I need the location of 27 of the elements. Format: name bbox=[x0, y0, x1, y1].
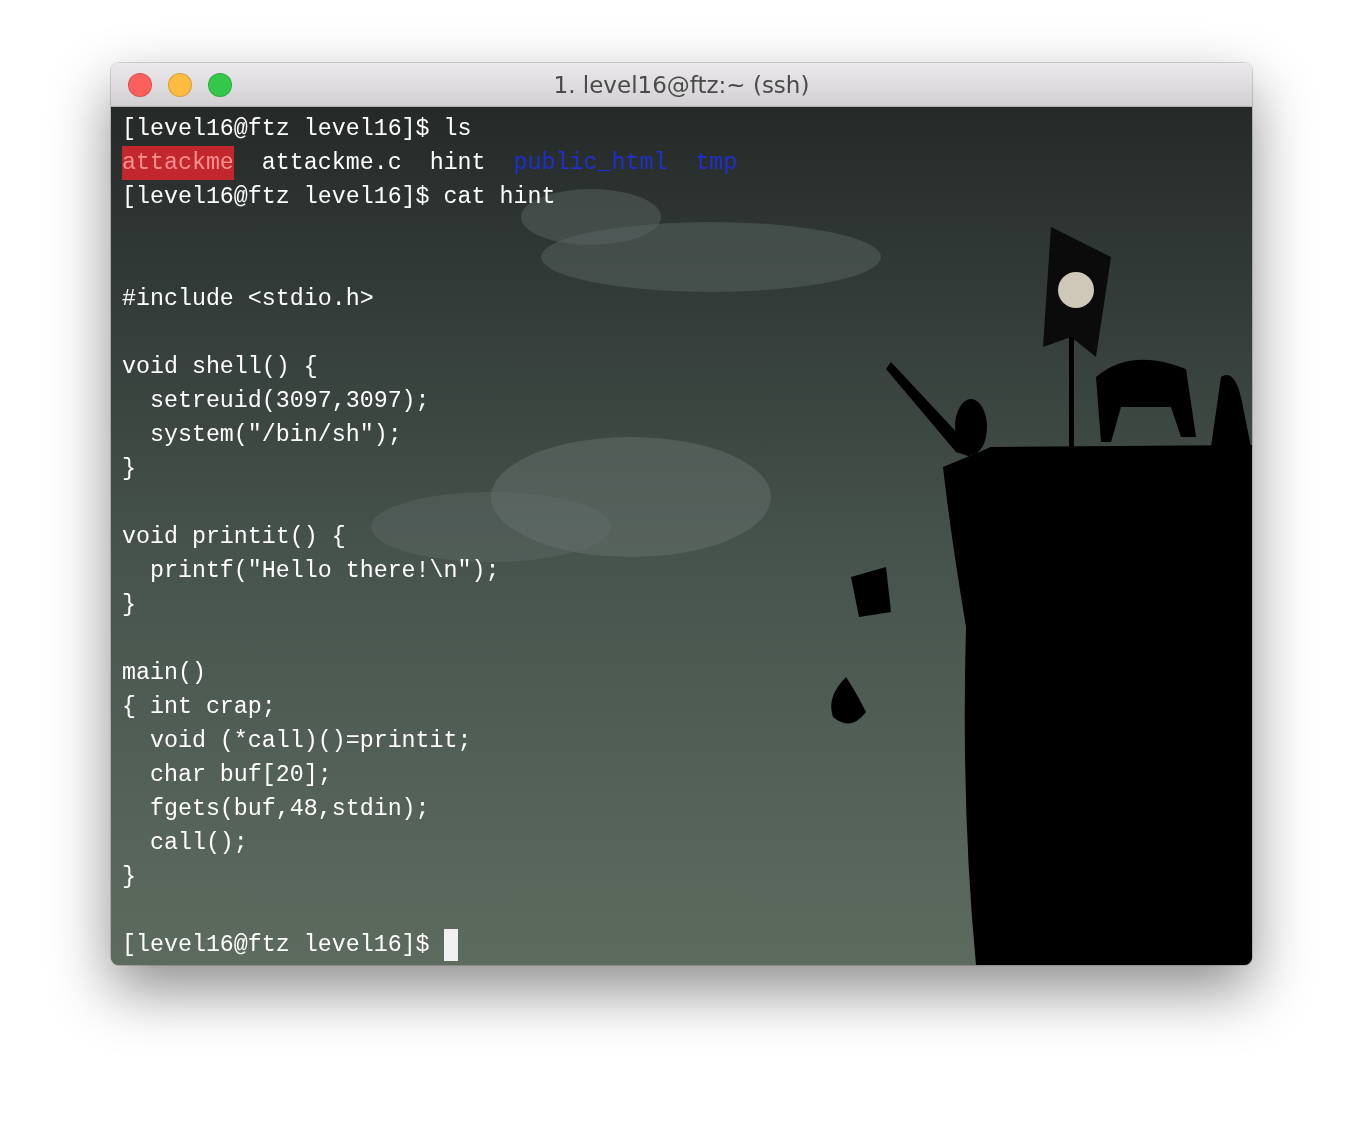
terminal-line: printf("Hello there!\n"); bbox=[148, 557, 500, 586]
file-name: hint bbox=[429, 149, 486, 178]
terminal-line: } bbox=[122, 455, 136, 484]
terminal-line: { int crap; bbox=[122, 693, 276, 722]
minimize-button[interactable] bbox=[168, 72, 192, 97]
zoom-button[interactable] bbox=[208, 72, 232, 97]
terminal-line: setreuid(3097,3097); bbox=[148, 387, 430, 416]
terminal-line: fgets(buf,48,stdin); bbox=[148, 795, 430, 824]
directory-name: tmp bbox=[695, 149, 738, 178]
file-name: attackme bbox=[122, 146, 234, 180]
terminal-line: void printit() { bbox=[122, 523, 346, 552]
directory-name: public_html bbox=[513, 149, 668, 178]
terminal-line: system("/bin/sh"); bbox=[148, 421, 402, 450]
window-title: 1. level16@ftz:~ (ssh) bbox=[552, 70, 811, 100]
terminal-line: void shell() { bbox=[122, 353, 318, 382]
terminal-line: char buf[20]; bbox=[148, 761, 332, 790]
terminal-line: call(); bbox=[148, 829, 248, 858]
terminal-line: [level16@ftz level16]$ cat hint bbox=[122, 183, 556, 212]
terminal-line: main() bbox=[122, 659, 206, 688]
close-button[interactable] bbox=[128, 72, 152, 97]
terminal-line: [level16@ftz level16]$ ls bbox=[122, 115, 472, 144]
terminal-line: } bbox=[122, 863, 136, 892]
terminal-line: } bbox=[122, 591, 136, 620]
terminal-line: #include <stdio.h> bbox=[122, 285, 374, 314]
terminal-line: void (*call)()=printit; bbox=[148, 727, 472, 756]
file-name: attackme.c bbox=[261, 149, 402, 178]
shell-prompt: [level16@ftz level16]$ bbox=[122, 931, 430, 960]
